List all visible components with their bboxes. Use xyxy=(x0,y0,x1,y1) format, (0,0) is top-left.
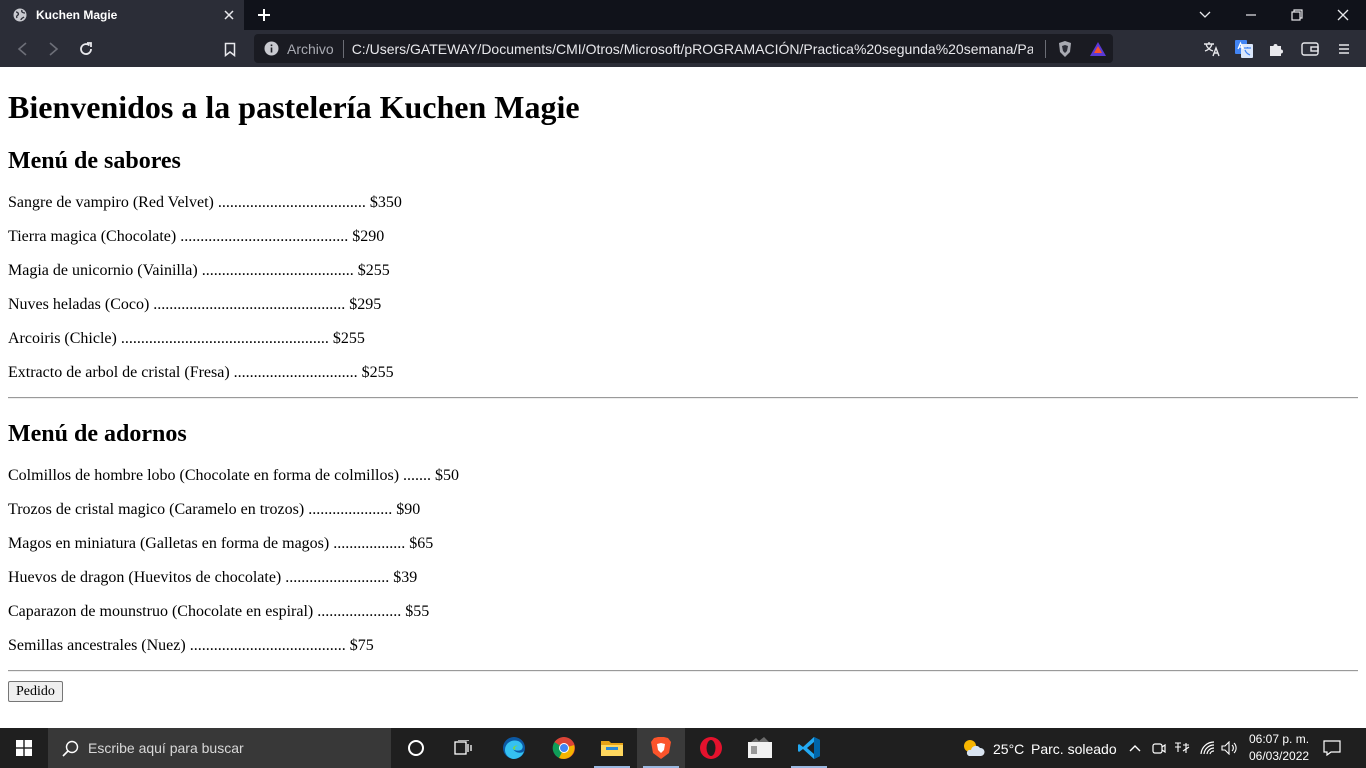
adornos-menu-title: Menú de adornos xyxy=(8,421,187,447)
weather-temperature[interactable]: 25°C xyxy=(993,741,1024,757)
section-divider xyxy=(8,397,1358,399)
sabor-item: Sangre de vampiro (Red Velvet) .........… xyxy=(8,194,402,211)
weather-partly-sunny-icon[interactable] xyxy=(961,738,985,758)
reload-button[interactable] xyxy=(73,36,99,62)
minimize-button[interactable] xyxy=(1228,0,1274,30)
chrome-icon[interactable] xyxy=(540,728,588,768)
pedido-button[interactable]: Pedido xyxy=(8,681,63,702)
file-explorer-icon[interactable] xyxy=(588,728,636,768)
adorno-item: Semillas ancestrales (Nuez) ............… xyxy=(8,637,374,654)
tab-bar: Kuchen Magie xyxy=(0,0,1366,30)
windows-start-button[interactable] xyxy=(0,728,48,768)
google-translate-extension-icon[interactable] xyxy=(1233,38,1255,60)
adorno-item: Huevos de dragon (Huevitos de chocolate)… xyxy=(8,569,418,586)
adorno-item: Caparazon de mounstruo (Chocolate en esp… xyxy=(8,603,430,620)
edge-icon[interactable] xyxy=(490,728,538,768)
wallet-icon[interactable] xyxy=(1299,38,1321,60)
forward-button[interactable] xyxy=(41,36,67,62)
new-tab-button[interactable] xyxy=(252,3,276,27)
sabor-item: Tierra magica (Chocolate) ..............… xyxy=(8,228,385,245)
globe-icon xyxy=(12,7,28,23)
brave-icon[interactable] xyxy=(637,728,685,768)
sabor-item: Arcoiris (Chicle) ......................… xyxy=(8,330,365,347)
bookmark-icon[interactable] xyxy=(217,36,243,62)
close-window-button[interactable] xyxy=(1320,0,1366,30)
restore-button[interactable] xyxy=(1274,0,1320,30)
info-icon[interactable] xyxy=(263,41,279,57)
cortana-icon[interactable] xyxy=(392,728,440,768)
notifications-icon[interactable] xyxy=(1322,738,1342,758)
section-divider xyxy=(8,670,1358,672)
sabor-item: Extracto de arbol de cristal (Fresa) ...… xyxy=(8,364,394,381)
address-url[interactable]: C:/Users/GATEWAY/Documents/CMI/Otros/Mic… xyxy=(352,41,1033,57)
translate-page-icon[interactable] xyxy=(1201,38,1223,60)
sabores-menu-title: Menú de sabores xyxy=(8,148,181,174)
search-placeholder: Escribe aquí para buscar xyxy=(88,740,244,756)
taskbar-search-box[interactable]: Escribe aquí para buscar xyxy=(48,728,391,768)
adorno-item: Colmillos de hombre lobo (Chocolate en f… xyxy=(8,467,460,484)
page-title: Bienvenidos a la pastelería Kuchen Magie xyxy=(8,89,580,125)
task-view-icon[interactable] xyxy=(440,728,488,768)
wifi-icon[interactable] xyxy=(1198,738,1218,758)
brave-shields-icon[interactable] xyxy=(1056,40,1074,58)
clock-date[interactable]: 06/03/2022 xyxy=(1249,749,1309,763)
windows-taskbar: Escribe aquí para buscar 25°C Parc. sole… xyxy=(0,728,1366,768)
browser-toolbar: Archivo C:/Users/GATEWAY/Documents/CMI/O… xyxy=(0,30,1366,67)
tab-title: Kuchen Magie xyxy=(36,8,118,22)
address-scheme-label: Archivo xyxy=(287,40,334,57)
extensions-puzzle-icon[interactable] xyxy=(1265,38,1287,60)
tab-kuchen-magie[interactable]: Kuchen Magie xyxy=(0,0,244,30)
back-button[interactable] xyxy=(9,36,35,62)
menu-hamburger-icon[interactable] xyxy=(1333,38,1355,60)
brave-rewards-icon[interactable] xyxy=(1089,40,1107,58)
address-bar[interactable]: Archivo C:/Users/GATEWAY/Documents/CMI/O… xyxy=(254,34,1113,63)
opera-icon[interactable] xyxy=(687,728,735,768)
address-divider xyxy=(342,39,344,58)
close-tab-icon[interactable] xyxy=(218,4,240,26)
weather-description[interactable]: Parc. soleado xyxy=(1031,741,1117,757)
chevron-up-icon[interactable] xyxy=(1125,738,1145,758)
clock-time[interactable]: 06:07 p. m. xyxy=(1249,732,1309,746)
keyboard-input-icon[interactable] xyxy=(1172,738,1192,758)
meet-now-icon[interactable] xyxy=(1149,738,1169,758)
app-window-icon[interactable] xyxy=(736,728,784,768)
sabor-item: Nuves heladas (Coco) ...................… xyxy=(8,296,382,313)
volume-icon[interactable] xyxy=(1220,738,1240,758)
tab-search-chevron-icon[interactable] xyxy=(1182,0,1228,30)
adorno-item: Magos en miniatura (Galletas en forma de… xyxy=(8,535,434,552)
search-icon xyxy=(60,738,80,758)
page-content: Bienvenidos a la pastelería Kuchen Magie… xyxy=(0,67,1366,728)
sabor-item: Magia de unicornio (Vainilla) ..........… xyxy=(8,262,390,279)
vscode-icon[interactable] xyxy=(785,728,833,768)
address-divider xyxy=(1044,39,1046,58)
adorno-item: Trozos de cristal magico (Caramelo en tr… xyxy=(8,501,421,518)
